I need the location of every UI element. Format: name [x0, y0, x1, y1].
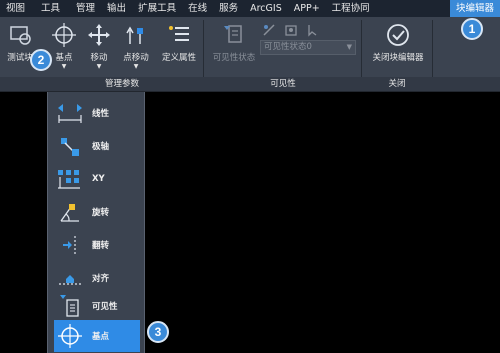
visibility-state-value: 可见性状态0: [264, 42, 312, 52]
basepoint-button[interactable]: 基点 ▼: [48, 20, 80, 74]
dropdown-item-xy[interactable]: XY: [54, 164, 140, 194]
dropdown-item-label: 翻转: [92, 241, 110, 251]
chevron-down-icon: ▼: [96, 63, 102, 70]
chevron-down-icon: ▼: [133, 63, 139, 70]
menu-collaboration[interactable]: 工程协同: [326, 0, 376, 17]
test-block-icon: [5, 20, 35, 50]
menu-tools[interactable]: 工具: [35, 0, 66, 17]
menu-manage[interactable]: 管理: [70, 0, 101, 17]
menu-service[interactable]: 服务: [213, 0, 244, 17]
dropdown-item-basepoint[interactable]: 基点: [54, 320, 140, 352]
basepoint-icon: [49, 20, 79, 50]
callout-1: 1: [461, 18, 483, 40]
define-attribute-button[interactable]: 定义属性: [158, 20, 200, 74]
align-icon: [54, 265, 86, 291]
ribbon-panel-labels: 管理参数 可见性 关闭: [0, 77, 500, 92]
polar-icon: [54, 133, 86, 159]
menu-block-editor[interactable]: 块编辑器: [449, 0, 500, 17]
close-block-editor-button[interactable]: 关闭块编辑器: [366, 20, 430, 74]
visibility-state-label: 可见性状态: [212, 53, 256, 63]
define-attribute-icon: [164, 20, 194, 50]
menu-bar: 视图 工具 管理 输出 扩展工具 在线 服务 ArcGIS APP+ 工程协同 …: [0, 0, 500, 17]
check-circle-icon: [383, 20, 413, 50]
menu-arcgis[interactable]: ArcGIS: [244, 0, 288, 17]
chevron-down-icon: ▼: [61, 63, 67, 70]
dropdown-item-visibility[interactable]: 可见性: [54, 291, 140, 321]
test-block-label: 测试块: [7, 53, 33, 63]
menu-view[interactable]: 视图: [0, 0, 31, 17]
dropdown-item-label: 线性: [92, 109, 110, 119]
dropdown-item-label: 旋转: [92, 208, 110, 218]
menu-output[interactable]: 输出: [101, 0, 132, 17]
dropdown-item-label: 基点: [92, 332, 110, 342]
basepoint-label: 基点: [55, 53, 73, 63]
callout-3: 3: [147, 321, 169, 343]
xy-icon: [54, 166, 86, 192]
basepoint-dropdown-menu: 线性 极轴 XY 旋转 翻转 对齐 可见性 基点: [47, 92, 145, 353]
dropdown-item-align[interactable]: 对齐: [54, 263, 140, 293]
menu-online[interactable]: 在线: [182, 0, 213, 17]
dropdown-item-rotate[interactable]: 旋转: [54, 197, 140, 227]
menu-app-plus[interactable]: APP+: [288, 0, 326, 17]
close-block-editor-label: 关闭块编辑器: [372, 53, 424, 63]
move-button[interactable]: 移动 ▼: [84, 20, 114, 74]
dropdown-item-label: 极轴: [92, 142, 110, 152]
visibility-show-icon[interactable]: [284, 22, 298, 41]
define-attribute-label: 定义属性: [161, 53, 196, 63]
dropdown-item-flip[interactable]: 翻转: [54, 230, 140, 260]
visibility-state-dropdown[interactable]: 可见性状态0 ▼: [260, 40, 356, 55]
visibility-match-icon[interactable]: [306, 22, 320, 41]
chevron-down-icon: ▼: [346, 43, 352, 51]
point-move-icon: [121, 20, 151, 50]
visibility-state-icon: [219, 20, 249, 50]
visibility-state-button[interactable]: 可见性状态: [210, 20, 258, 74]
callout-2: 2: [30, 49, 52, 71]
rotate-icon: [54, 199, 86, 225]
point-move-button[interactable]: 点移动 ▼: [118, 20, 154, 74]
menu-extension-tools[interactable]: 扩展工具: [132, 0, 182, 17]
panel-label-visibility: 可见性: [270, 79, 296, 89]
panel-label-manage-params: 管理参数: [104, 79, 139, 89]
dropdown-item-label: 可见性: [92, 302, 118, 312]
visibility-toggle-icon[interactable]: [262, 22, 276, 41]
dropdown-item-label: 对齐: [92, 274, 110, 284]
move-label: 移动: [90, 53, 108, 63]
visibility-icon: [54, 293, 86, 319]
flip-icon: [54, 232, 86, 258]
basepoint-icon: [54, 323, 86, 349]
dropdown-item-linear[interactable]: 线性: [54, 98, 140, 128]
linear-icon: [54, 100, 86, 126]
panel-label-close: 关闭: [388, 79, 406, 89]
point-move-label: 点移动: [123, 53, 149, 63]
dropdown-item-label: XY: [92, 174, 105, 184]
dropdown-item-polar[interactable]: 极轴: [54, 131, 140, 161]
move-icon: [84, 20, 114, 50]
